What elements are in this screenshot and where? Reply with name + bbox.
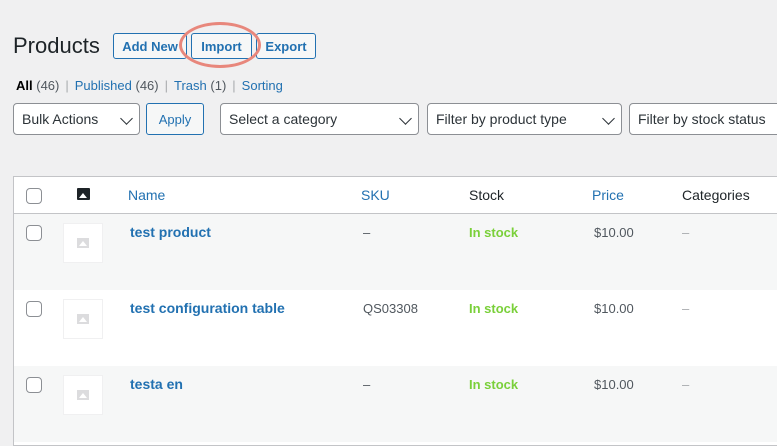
stock-status-select-value: Filter by stock status	[638, 111, 766, 127]
product-sku: –	[363, 225, 371, 240]
view-all-link[interactable]: All	[16, 78, 33, 93]
product-name-link[interactable]: test product	[130, 224, 211, 240]
product-price: $10.00	[594, 301, 634, 316]
product-price: $10.00	[594, 377, 634, 392]
product-thumbnail[interactable]	[63, 375, 103, 415]
view-published-count: (46)	[135, 78, 159, 93]
view-trash-count: (1)	[210, 78, 227, 93]
image-placeholder-icon	[77, 390, 89, 400]
separator: |	[164, 78, 169, 93]
product-stock-status: In stock	[469, 377, 519, 392]
product-type-select-value: Filter by product type	[436, 111, 567, 127]
image-placeholder-icon	[77, 238, 89, 248]
image-column-icon	[77, 188, 90, 200]
add-new-button[interactable]: Add New	[113, 33, 187, 59]
row-checkbox[interactable]	[26, 301, 42, 317]
product-categories: –	[682, 377, 690, 392]
table-row: testa en – In stock $10.00 –	[14, 366, 777, 442]
image-placeholder-icon	[77, 314, 89, 324]
product-sku: QS03308	[363, 301, 418, 316]
stock-status-select[interactable]: Filter by stock status	[629, 103, 777, 135]
select-all-checkbox[interactable]	[26, 188, 42, 204]
product-stock-status: In stock	[469, 225, 519, 240]
export-button[interactable]: Export	[256, 33, 316, 59]
category-select-value: Select a category	[229, 111, 338, 127]
category-select[interactable]: Select a category	[220, 103, 419, 135]
separator: |	[232, 78, 236, 93]
page-title: Products	[13, 33, 100, 58]
product-type-select[interactable]: Filter by product type	[427, 103, 622, 135]
bulk-actions-value: Bulk Actions	[22, 111, 99, 127]
product-price: $10.00	[594, 225, 634, 240]
product-thumbnail[interactable]	[63, 223, 103, 263]
chevron-down-icon	[399, 112, 412, 125]
view-sorting-link[interactable]: Sorting	[242, 78, 283, 93]
column-price[interactable]: Price	[592, 187, 624, 203]
table-row: test configuration table QS03308 In stoc…	[14, 290, 777, 366]
column-categories: Categories	[682, 187, 750, 203]
chevron-down-icon	[120, 112, 133, 125]
product-categories: –	[682, 225, 690, 240]
view-published-link[interactable]: Published	[75, 78, 132, 93]
separator: |	[65, 78, 69, 93]
product-categories: –	[682, 301, 690, 316]
product-name-link[interactable]: testa en	[130, 376, 183, 392]
product-name-link[interactable]: test configuration table	[130, 300, 285, 316]
products-table: Name SKU Stock Price Categories test pro…	[13, 176, 777, 446]
chevron-down-icon	[602, 112, 615, 125]
view-all-count: (46)	[36, 78, 60, 93]
view-trash-link[interactable]: Trash	[174, 78, 207, 93]
column-name[interactable]: Name	[128, 187, 165, 203]
row-checkbox[interactable]	[26, 377, 42, 393]
column-sku[interactable]: SKU	[361, 187, 390, 203]
import-button[interactable]: Import	[191, 33, 252, 59]
row-checkbox[interactable]	[26, 225, 42, 241]
table-row: test product – In stock $10.00 –	[14, 214, 777, 290]
table-header: Name SKU Stock Price Categories	[14, 177, 777, 214]
apply-button[interactable]: Apply	[146, 103, 204, 135]
product-sku: –	[363, 377, 371, 392]
column-stock: Stock	[469, 187, 505, 203]
product-thumbnail[interactable]	[63, 299, 103, 339]
view-filter-links: All (46) | Published (46) | Trash (1) | …	[16, 78, 283, 93]
bulk-actions-select[interactable]: Bulk Actions	[13, 103, 140, 135]
product-stock-status: In stock	[469, 301, 519, 316]
